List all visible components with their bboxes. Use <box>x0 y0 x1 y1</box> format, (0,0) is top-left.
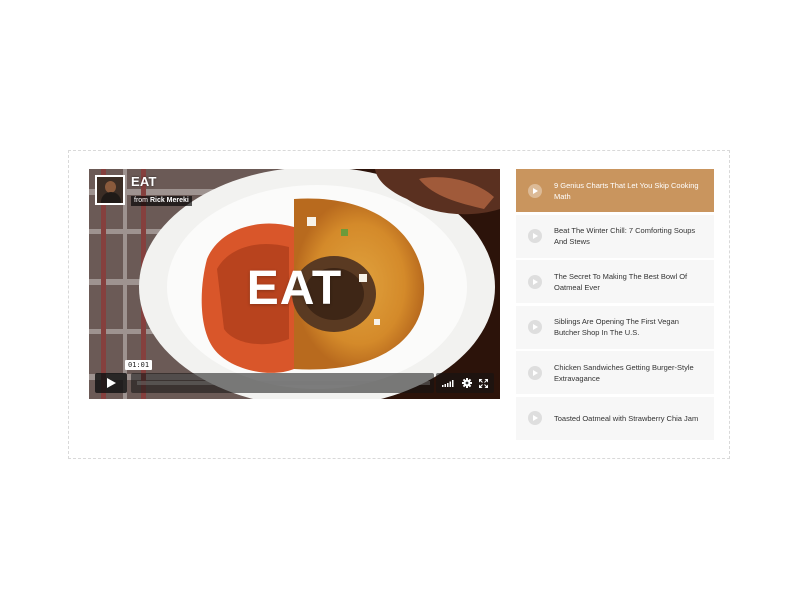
progress-bar[interactable]: 01:01 <box>125 360 434 393</box>
playlist-item-title[interactable]: Siblings Are Opening The First Vegan But… <box>554 316 714 338</box>
playlist-item[interactable]: Toasted Oatmeal with Strawberry Chia Jam <box>516 396 714 440</box>
playlist-item[interactable]: Siblings Are Opening The First Vegan But… <box>516 305 714 349</box>
progress-track[interactable] <box>137 381 430 385</box>
byline-prefix: from <box>134 197 148 204</box>
play-icon[interactable] <box>528 411 542 425</box>
playlist: 9 Genius Charts That Let You Skip Cookin… <box>516 169 714 442</box>
volume-icon[interactable] <box>442 379 455 387</box>
video-player[interactable]: EAT from Rick Mereki EAT 01:01 <box>89 169 500 399</box>
author-link[interactable]: Rick Mereki <box>150 197 189 204</box>
playlist-item[interactable]: Beat The Winter Chill: 7 Comforting Soup… <box>516 214 714 258</box>
video-controls: 01:01 <box>95 360 494 393</box>
playlist-item-title[interactable]: The Secret To Making The Best Bowl Of Oa… <box>554 271 714 293</box>
video-overlay-title: EAT <box>246 262 343 315</box>
fullscreen-icon[interactable] <box>479 378 488 388</box>
playlist-item-title[interactable]: 9 Genius Charts That Let You Skip Cookin… <box>554 180 714 202</box>
playlist-item-title[interactable]: Beat The Winter Chill: 7 Comforting Soup… <box>554 225 714 247</box>
playlist-item-title[interactable]: Chicken Sandwiches Getting Burger-Style … <box>554 362 714 384</box>
play-icon[interactable] <box>528 274 542 289</box>
play-icon[interactable] <box>528 320 542 334</box>
channel-badge[interactable]: EAT from Rick Mereki <box>95 175 192 207</box>
video-title[interactable]: EAT <box>131 175 192 189</box>
gear-icon[interactable] <box>462 378 472 388</box>
video-widget: EAT from Rick Mereki EAT 01:01 9 Genius … <box>68 150 730 459</box>
playlist-item[interactable]: Chicken Sandwiches Getting Burger-Style … <box>516 351 714 394</box>
play-button[interactable] <box>95 373 127 393</box>
control-icons <box>436 373 494 393</box>
playlist-item[interactable]: The Secret To Making The Best Bowl Of Oa… <box>516 260 714 303</box>
play-icon <box>107 378 116 388</box>
play-icon[interactable] <box>528 229 542 243</box>
playlist-item[interactable]: 9 Genius Charts That Let You Skip Cookin… <box>516 169 714 212</box>
video-byline: from Rick Mereki <box>131 196 192 206</box>
play-icon[interactable] <box>528 183 542 198</box>
avatar[interactable] <box>95 175 125 205</box>
playlist-item-title[interactable]: Toasted Oatmeal with Strawberry Chia Jam <box>554 413 708 424</box>
play-icon[interactable] <box>528 365 542 380</box>
time-display: 01:01 <box>125 360 153 370</box>
